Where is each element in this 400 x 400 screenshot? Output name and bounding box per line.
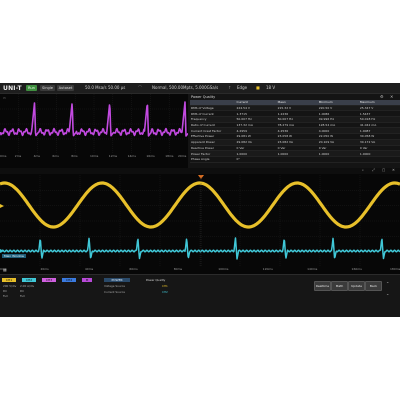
top-status-bar: UNI-T Run Single Autoset 50.0 Msa/s 50.0…	[0, 83, 400, 94]
zoom-icon[interactable]: ⌕	[362, 168, 364, 173]
time-tick-label: 10ms	[90, 154, 99, 158]
brand-logo: UNI-T	[3, 85, 22, 92]
sample-rate-readout: 50.0 Msa/s	[85, 85, 107, 90]
time-tick-label: 6ms	[52, 154, 59, 158]
time-tick-label: 0ms	[0, 154, 7, 158]
realtime-button[interactable]: Realtime	[314, 281, 331, 291]
back-button[interactable]: Back	[365, 281, 382, 291]
time-tick-label: 80ms	[173, 267, 183, 271]
measurement-value	[276, 156, 318, 163]
time-tick-label: 18ms	[165, 154, 174, 158]
window-close-icon[interactable]: ✕	[392, 168, 395, 173]
channel-setting[interactable]: DC	[3, 289, 7, 293]
trigger-channel-icon: ■	[256, 85, 260, 90]
time-tick-label: 160ms	[351, 267, 362, 271]
power-quality-panel: Power Quality ⚙ ✕ Current Mean Minimum Maxi…	[188, 94, 400, 174]
trigger-level: 18 V	[266, 85, 276, 90]
ch1-ground-marker	[0, 204, 4, 208]
close-icon[interactable]: ✕	[390, 94, 393, 99]
main-time-axis: 0ms 20ms 40ms 60ms 80ms 100ms 120ms 140ms 160ms 1…	[0, 267, 400, 273]
channel-setting[interactable]: Full	[3, 294, 8, 298]
scroll-up-icon[interactable]: ⌃	[386, 281, 389, 286]
time-tick-label: 20ms	[178, 154, 187, 158]
power-tab[interactable]: POWER	[104, 278, 130, 282]
channel-tab-5[interactable]: M	[82, 278, 92, 282]
time-tick-label: 8ms	[71, 154, 78, 158]
update-button[interactable]: Update	[348, 281, 365, 291]
time-tick-label: 14ms	[127, 154, 136, 158]
time-tick-label: 4ms	[33, 154, 40, 158]
upper-window-icon: ▭	[3, 96, 6, 100]
power-measurement-table: Current Mean Minimum Maximum RMS of Voltage 2…	[190, 100, 400, 163]
time-tick-label: 12ms	[108, 154, 118, 158]
time-tick-label: 60ms	[129, 267, 138, 271]
time-tick-label: 2ms	[14, 154, 22, 158]
resize-icon[interactable]: ⤢	[372, 168, 375, 173]
measurement-name: Phase Angle	[190, 156, 236, 163]
channel-tab-2[interactable]: CH2	[22, 278, 36, 282]
ch2-ground-marker	[0, 249, 4, 253]
settings-icon[interactable]: ⚙	[380, 94, 384, 99]
channel-setting[interactable]: 2.00 A/div	[20, 284, 34, 288]
math-button[interactable]: Math	[331, 281, 348, 291]
measurement-value	[317, 156, 359, 163]
upper-time-axis: 0ms 2ms 4ms 6ms 8ms 10ms 12ms 14ms 16ms 18ms 20ms	[0, 154, 188, 160]
time-tick-label: 40ms	[84, 267, 94, 271]
math-waveform-trace	[0, 101, 188, 137]
oscilloscope-screen: UNI-T Run Single Autoset 50.0 Msa/s 50.0…	[0, 83, 400, 317]
bottom-control-panel: CH1 CH2 CH3 CH4 M 200 V/div DC Full 2.00 A/div D…	[0, 267, 400, 317]
voltage-source-value[interactable]: CH1	[162, 284, 168, 288]
time-tick-label: 16ms	[146, 154, 155, 158]
time-tick-label: 140ms	[307, 267, 318, 271]
channel-setting[interactable]: Full	[20, 294, 25, 298]
scroll-down-icon[interactable]: ⌄	[386, 291, 389, 296]
channel-setting[interactable]: DC	[20, 289, 24, 293]
current-source-label: Current Source	[104, 290, 125, 294]
channel-tab-4[interactable]: CH4	[62, 278, 76, 282]
expand-icon[interactable]: ▢	[382, 168, 385, 173]
time-offset-readout: 50.00 µs	[108, 85, 126, 90]
channel-tab-1[interactable]: CH1	[2, 278, 16, 282]
acquire-icon: ⌒	[138, 85, 142, 90]
run-stop-button[interactable]: Run	[26, 85, 37, 91]
current-source-value[interactable]: CH2	[162, 290, 168, 294]
upper-waveform-plot[interactable]: ▭	[0, 94, 189, 154]
channel-tab-3[interactable]: CH3	[42, 278, 56, 282]
channel-setting[interactable]: 200 V/div	[3, 284, 16, 288]
time-tick-label: 20ms	[40, 267, 49, 271]
autoset-button[interactable]: Autoset	[57, 85, 74, 91]
power-mode-label: Power Quality	[146, 278, 166, 282]
grid-menu-icon[interactable]: ▦	[3, 267, 7, 272]
main-waveform-plot[interactable]	[0, 175, 400, 273]
main-window-header: Main Window ⌕ ⤢ ▢ ✕	[0, 168, 400, 258]
time-tick-label: 120ms	[262, 267, 273, 271]
trigger-type: Edge	[237, 85, 248, 90]
voltage-source-label: Voltage Source	[104, 284, 125, 288]
measurement-value: 0°	[235, 156, 277, 163]
measurement-value	[358, 156, 400, 163]
time-tick-label: 100ms	[218, 267, 229, 271]
trigger-edge-icon: ↑	[228, 85, 232, 90]
time-tick-label: 180ms	[390, 267, 400, 271]
power-table-title: Power Quality	[191, 95, 216, 99]
trigger-mode-button[interactable]: Single	[40, 85, 55, 91]
acquisition-info: Normal, 500.00Mpts, 5.000GSa/s	[152, 85, 219, 90]
table-row: Phase Angle 0°	[190, 156, 400, 163]
